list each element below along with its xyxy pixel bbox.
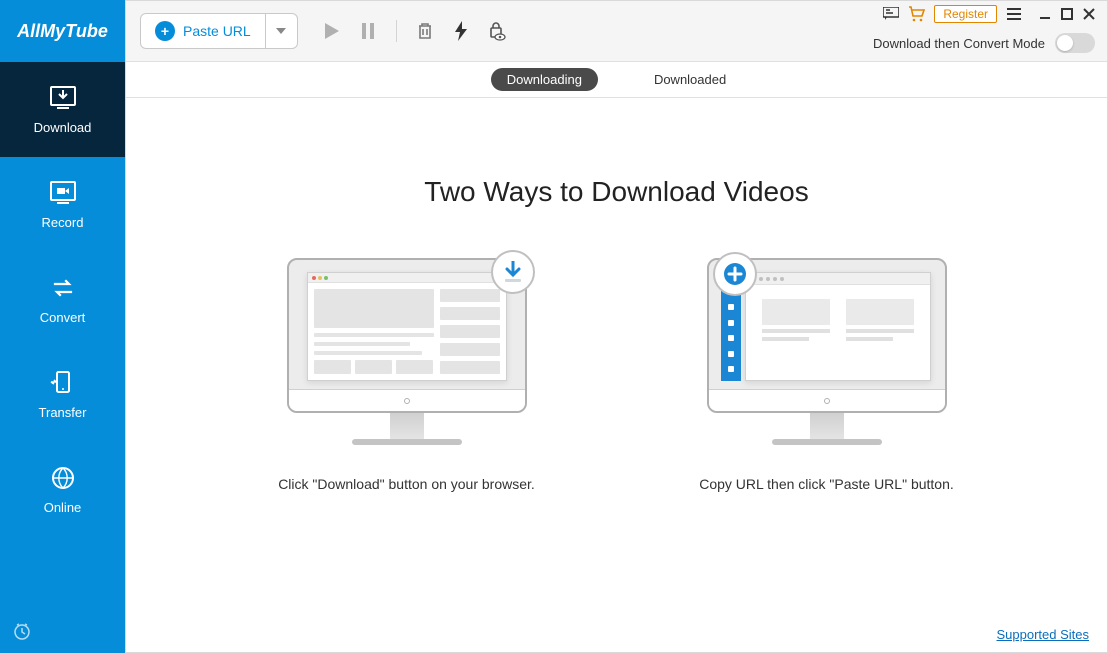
close-button[interactable] [1081, 6, 1097, 22]
lock-eye-icon[interactable] [485, 19, 509, 43]
paste-url-button[interactable]: + Paste URL [140, 13, 266, 49]
play-icon[interactable] [320, 19, 344, 43]
site-mock [745, 272, 931, 381]
sidebar-item-label: Record [42, 215, 84, 230]
sidebar: AllMyTube Download Record Convert Transf… [0, 0, 125, 653]
sidebar-item-record[interactable]: Record [0, 157, 125, 252]
monitor-illustration [707, 258, 947, 445]
sidebar-item-label: Online [44, 500, 82, 515]
paste-url-label: Paste URL [183, 23, 251, 39]
convert-mode-toggle[interactable] [1055, 33, 1095, 53]
transfer-icon [47, 369, 79, 397]
toolbar-icons [320, 19, 509, 43]
method-browser: Click "Download" button on your browser. [267, 258, 547, 495]
trash-icon[interactable] [413, 19, 437, 43]
paste-url-dropdown[interactable] [266, 13, 298, 49]
record-icon [47, 179, 79, 207]
sidebar-item-label: Download [34, 120, 92, 135]
paste-url-group: + Paste URL [140, 13, 298, 49]
sidebar-item-convert[interactable]: Convert [0, 252, 125, 347]
app-root: AllMyTube Download Record Convert Transf… [0, 0, 1108, 653]
monitor-illustration [287, 258, 527, 445]
online-icon [47, 464, 79, 492]
minimize-button[interactable] [1037, 6, 1053, 22]
sidebar-item-transfer[interactable]: Transfer [0, 347, 125, 442]
tab-downloading[interactable]: Downloading [491, 68, 598, 91]
supported-sites-link[interactable]: Supported Sites [996, 627, 1089, 642]
clock-icon[interactable] [12, 621, 32, 641]
top-bar: + Paste URL Register [126, 1, 1107, 62]
maximize-button[interactable] [1059, 6, 1075, 22]
method-caption: Click "Download" button on your browser. [278, 475, 535, 495]
feedback-icon[interactable] [882, 5, 900, 23]
content-title: Two Ways to Download Videos [424, 176, 808, 208]
bolt-icon[interactable] [449, 19, 473, 43]
chevron-down-icon [276, 28, 286, 34]
browser-mock [307, 272, 507, 381]
pause-icon[interactable] [356, 19, 380, 43]
convert-icon [47, 274, 79, 302]
tabs-row: Downloading Downloaded [126, 62, 1107, 98]
download-icon [47, 84, 79, 112]
window-top-controls: Register [882, 5, 1097, 23]
sidebar-item-download[interactable]: Download [0, 62, 125, 157]
sidebar-item-online[interactable]: Online [0, 442, 125, 537]
window-controls [1037, 6, 1097, 22]
convert-mode-label: Download then Convert Mode [873, 36, 1045, 51]
app-logo: AllMyTube [0, 0, 125, 62]
plus-icon: + [155, 21, 175, 41]
methods-row: Click "Download" button on your browser. [267, 258, 967, 495]
sidebar-footer [0, 608, 125, 653]
content-area: Two Ways to Download Videos [126, 98, 1107, 652]
main-panel: + Paste URL Register [125, 0, 1108, 653]
download-arrow-icon [491, 250, 535, 294]
sidebar-item-label: Convert [40, 310, 86, 325]
menu-icon[interactable] [1005, 5, 1023, 23]
tab-downloaded[interactable]: Downloaded [638, 68, 742, 91]
sidebar-item-label: Transfer [39, 405, 87, 420]
cart-icon[interactable] [908, 5, 926, 23]
method-caption: Copy URL then click "Paste URL" button. [699, 475, 954, 495]
method-paste-url: Copy URL then click "Paste URL" button. [687, 258, 967, 495]
register-button[interactable]: Register [934, 5, 997, 23]
convert-mode-row: Download then Convert Mode [873, 33, 1095, 53]
plus-circle-icon [713, 252, 757, 296]
